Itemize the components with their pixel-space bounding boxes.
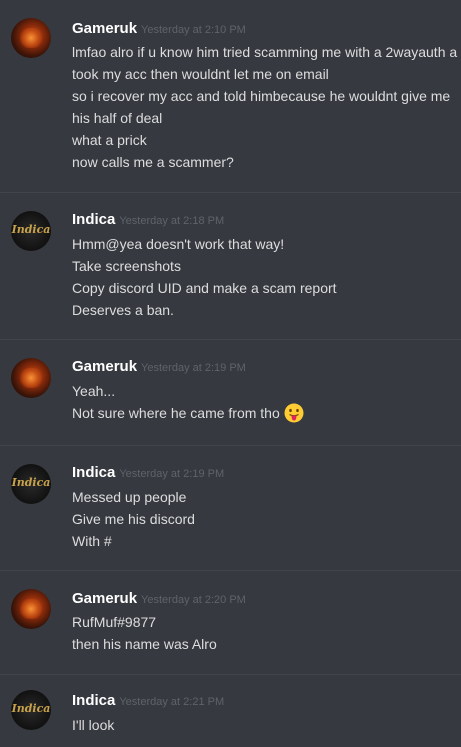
avatar-gameruk[interactable]	[11, 358, 51, 398]
message-line-text: Not sure where he came from tho	[72, 405, 280, 421]
message-line: With #	[72, 533, 112, 549]
message-line: his half of deal	[72, 110, 163, 126]
message-content: Messed up people Give me his discord Wit…	[72, 486, 195, 552]
message-divider	[0, 445, 461, 446]
message-content: Yeah... Not sure where he came from tho	[72, 380, 304, 424]
message-line: Take screenshots	[72, 258, 181, 274]
avatar-logo-text: Indica	[11, 223, 51, 236]
avatar-gameruk[interactable]	[11, 589, 51, 629]
message-header: Gameruk Yesterday at 2:19 PM	[72, 358, 246, 376]
message-divider	[0, 674, 461, 675]
timestamp[interactable]: Yesterday at 2:19 PM	[141, 362, 246, 374]
timestamp[interactable]: Yesterday at 2:20 PM	[141, 594, 246, 606]
message-divider	[0, 339, 461, 340]
avatar-logo-text: Indica	[11, 702, 51, 715]
message-line: now calls me a scammer?	[72, 154, 234, 170]
message-line: lmfao alro if u know him tried scamming …	[72, 44, 458, 60]
avatar-indica[interactable]: Indica	[11, 464, 51, 504]
avatar-image	[19, 368, 43, 388]
message-line: RufMuf#9877	[72, 614, 157, 630]
message-line: Messed up people	[72, 489, 187, 505]
message-content: RufMuf#9877 then his name was Alro	[72, 611, 217, 655]
message-line: so i recover my acc and told himbecause …	[72, 88, 451, 104]
message-line: I'll look	[72, 717, 115, 733]
username[interactable]: Indica	[72, 211, 115, 228]
timestamp[interactable]: Yesterday at 2:10 PM	[141, 24, 246, 36]
message-header: Gameruk Yesterday at 2:10 PM	[72, 20, 246, 38]
avatar-image	[19, 599, 43, 619]
chat-message-list: Gameruk Yesterday at 2:10 PM lmfao alro i…	[0, 0, 461, 747]
message-line: Yeah...	[72, 383, 116, 399]
username[interactable]: Gameruk	[72, 590, 137, 607]
timestamp[interactable]: Yesterday at 2:21 PM	[119, 696, 224, 708]
avatar-indica[interactable]: Indica	[11, 690, 51, 730]
message-header: Gameruk Yesterday at 2:20 PM	[72, 590, 246, 608]
message-line: then his name was Alro	[72, 636, 217, 652]
timestamp[interactable]: Yesterday at 2:18 PM	[119, 215, 224, 227]
message-line: what a prick	[72, 132, 147, 148]
message-divider	[0, 570, 461, 571]
message-line: Hmm@yea doesn't work that way!	[72, 236, 285, 252]
message-header: Indica Yesterday at 2:19 PM	[72, 464, 224, 482]
username[interactable]: Indica	[72, 692, 115, 709]
tongue-out-emoji-icon	[284, 403, 304, 423]
message-header: Indica Yesterday at 2:18 PM	[72, 211, 224, 229]
message-content: I'll look	[72, 714, 114, 736]
message-content: Hmm@yea doesn't work that way! Take scre…	[72, 233, 337, 321]
message-line: Not sure where he came from tho	[72, 402, 304, 424]
avatar-image	[19, 28, 43, 48]
message-content: lmfao alro if u know him tried scamming …	[72, 41, 457, 173]
message-header: Indica Yesterday at 2:21 PM	[72, 692, 224, 710]
username[interactable]: Indica	[72, 464, 115, 481]
timestamp[interactable]: Yesterday at 2:19 PM	[119, 468, 224, 480]
username[interactable]: Gameruk	[72, 358, 137, 375]
message-line: took my acc then wouldnt let me on email	[72, 66, 329, 82]
avatar-indica[interactable]: Indica	[11, 211, 51, 251]
message-line: Copy discord UID and make a scam report	[72, 280, 337, 296]
message-line: Give me his discord	[72, 511, 195, 527]
username[interactable]: Gameruk	[72, 20, 137, 37]
avatar-logo-text: Indica	[11, 476, 51, 489]
message-line: Deserves a ban.	[72, 302, 174, 318]
message-divider	[0, 192, 461, 193]
avatar-gameruk[interactable]	[11, 18, 51, 58]
